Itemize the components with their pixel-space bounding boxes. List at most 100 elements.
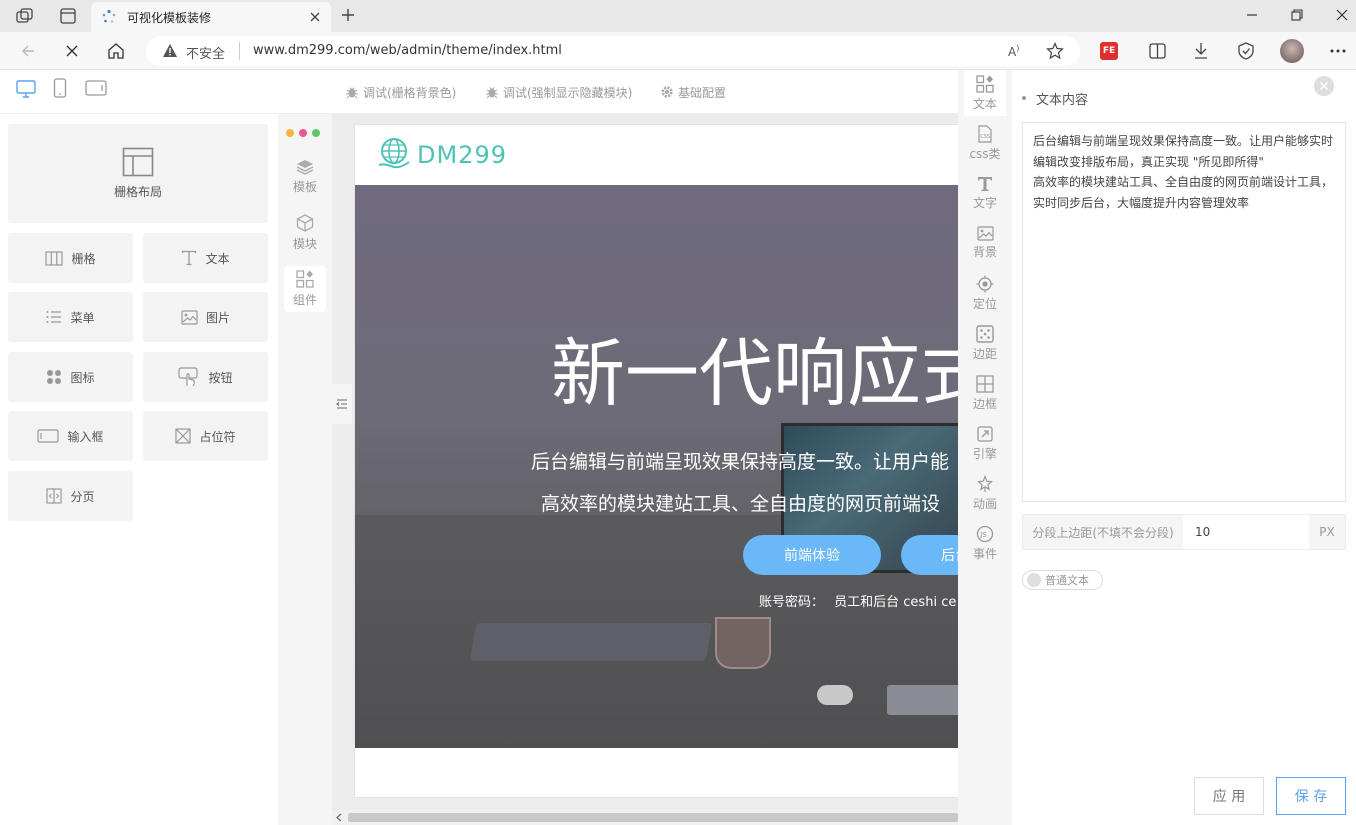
editor-toolbar: 调试(栅格背景色) 调试(强制显示隐藏模块) 基础配置 [0, 70, 958, 114]
grid-layout-block[interactable]: 栅格布局 [8, 124, 268, 223]
logo-text: DM299 [417, 141, 507, 169]
backend-demo-button[interactable]: 后台 [901, 535, 959, 575]
component-placeholder[interactable]: 占位符 [143, 411, 268, 461]
tool-css[interactable]: CSS css类 [964, 120, 1006, 166]
close-panel-button[interactable] [1314, 76, 1334, 96]
text-icon [182, 250, 197, 266]
debug-grid-bg-button[interactable]: 调试(栅格背景色) [345, 82, 456, 102]
component-image[interactable]: 图片 [143, 292, 268, 342]
window-close-icon[interactable] [1336, 9, 1348, 21]
account-info: 账号密码： 员工和后台 ceshi ce [759, 591, 956, 610]
tool-event[interactable]: JS 事件 [964, 520, 1006, 566]
split-screen-icon[interactable] [1149, 43, 1166, 59]
tool-text[interactable]: 文本 [964, 70, 1006, 116]
debug-grid-bg-label: 调试(栅格背景色) [363, 85, 457, 100]
theme-editor-app: 调试(栅格背景色) 调试(强制显示隐藏模块) 基础配置 栅格布局 栅格 文本 菜… [0, 70, 1356, 825]
component-button[interactable]: 按钮 [143, 352, 268, 402]
component-grid[interactable]: 栅格 [8, 233, 133, 283]
placeholder-icon [175, 428, 192, 444]
component-menu[interactable]: 菜单 [8, 292, 133, 342]
tab-title: 可视化模板装修 [127, 11, 212, 25]
text-content-editor[interactable]: 后台编辑与前端呈现效果保持高度一致。让用户能够实时编辑改变排版布局，真正实现 "… [1022, 122, 1346, 502]
restore-icon[interactable] [1291, 9, 1303, 21]
touch-button-icon [178, 367, 199, 387]
workspaces-icon[interactable] [16, 8, 34, 24]
warning-icon[interactable] [162, 43, 178, 58]
panel-title: 文本内容 [1036, 92, 1089, 108]
component-label: 菜单 [70, 310, 95, 325]
bug-icon [346, 87, 358, 99]
url-field[interactable]: 不安全 www.dm299.com/web/admin/theme/index.… [146, 36, 1080, 66]
tool-label: 动画 [972, 496, 997, 511]
browser-tab-active[interactable]: 可视化模板装修 [91, 2, 331, 32]
stop-loading-icon[interactable] [64, 43, 80, 59]
tool-background[interactable]: 背景 [964, 220, 1006, 266]
favorite-star-icon[interactable] [1046, 42, 1064, 60]
close-tab-icon[interactable] [309, 11, 321, 23]
base-config-button[interactable]: 基础配置 [660, 82, 726, 102]
tool-label: 文本 [972, 96, 997, 111]
scrollbar-thumb[interactable] [348, 813, 958, 822]
tool-border[interactable]: 边框 [964, 370, 1006, 416]
margin-input-group: 分段上边距(不填不会分段) 10 PX [1022, 514, 1346, 550]
front-demo-button[interactable]: 前端体验 [743, 535, 881, 575]
component-label: 占位符 [199, 429, 236, 444]
tool-position[interactable]: 定位 [964, 270, 1006, 316]
hero-banner: 新一代响应式 后台编辑与前端呈现效果保持高度一致。让用户能 高效率的模块建站工具… [355, 185, 959, 748]
background-icon [976, 226, 994, 241]
component-label: 图片 [205, 310, 230, 325]
tool-margin[interactable]: 边距 [964, 320, 1006, 366]
nav-template[interactable]: 模板 [284, 154, 326, 200]
bullet-dot [1022, 96, 1026, 100]
font-icon [978, 176, 992, 191]
browser-essentials-icon[interactable] [1237, 42, 1255, 60]
horizontal-scrollbar[interactable] [332, 810, 958, 825]
site-logo[interactable]: DM299 [377, 137, 507, 173]
tool-label: 事件 [972, 546, 997, 561]
tool-engine[interactable]: 引擎 [964, 420, 1006, 466]
tab-actions-icon[interactable] [60, 8, 76, 24]
mobile-view-icon[interactable] [53, 78, 67, 98]
property-tabs: 文本 CSS css类 文字 背景 定位 边距 边框 引擎 动画 JS 事件 [958, 70, 1012, 825]
minimize-icon[interactable] [1246, 9, 1258, 21]
library-nav: 模板 模块 组件 [278, 114, 332, 825]
scroll-left-icon[interactable] [336, 813, 342, 822]
laptop-image [469, 623, 713, 661]
browser-tab-bar: 可视化模板装修 [0, 0, 1356, 32]
tablet-view-icon[interactable] [85, 80, 107, 96]
base-config-label: 基础配置 [678, 85, 727, 100]
loading-spinner-icon [101, 9, 117, 25]
tool-animation[interactable]: 动画 [964, 470, 1006, 516]
columns-icon [45, 250, 64, 266]
tool-label: 边距 [972, 346, 997, 361]
extension-fe-icon[interactable]: FE [1100, 42, 1118, 60]
component-pagination[interactable]: 分页 [8, 471, 133, 521]
nav-module[interactable]: 模块 [284, 210, 326, 256]
desktop-view-icon[interactable] [16, 80, 36, 98]
margin-label: 分段上边距(不填不会分段) [1023, 515, 1183, 549]
margin-input[interactable]: 10 [1183, 515, 1309, 549]
component-icon[interactable]: 图标 [8, 352, 133, 402]
component-text[interactable]: 文本 [143, 233, 268, 283]
component-label: 文本 [205, 251, 230, 266]
more-menu-icon[interactable] [1330, 49, 1346, 53]
download-icon[interactable] [1193, 42, 1209, 60]
component-input[interactable]: 输入框 [8, 411, 133, 461]
home-icon[interactable] [107, 42, 125, 60]
apply-button[interactable]: 应 用 [1194, 777, 1264, 815]
component-label: 按钮 [208, 370, 233, 385]
keyboard-image [887, 685, 959, 715]
profile-avatar[interactable] [1280, 39, 1304, 63]
nav-component[interactable]: 组件 [284, 266, 326, 312]
debug-hidden-button[interactable]: 调试(强制显示隐藏模块) [485, 82, 632, 102]
position-icon [976, 275, 994, 292]
collapse-panel-handle[interactable] [332, 384, 352, 424]
read-aloud-icon[interactable]: A) [1008, 44, 1019, 59]
new-tab-icon[interactable] [340, 7, 356, 23]
layout-icon [122, 147, 154, 177]
tool-font[interactable]: 文字 [964, 170, 1006, 216]
panel-header: 文本内容 [1022, 80, 1356, 116]
back-icon[interactable] [20, 43, 36, 59]
save-button[interactable]: 保 存 [1276, 777, 1346, 815]
plain-text-toggle[interactable]: 普通文本 [1022, 570, 1103, 590]
